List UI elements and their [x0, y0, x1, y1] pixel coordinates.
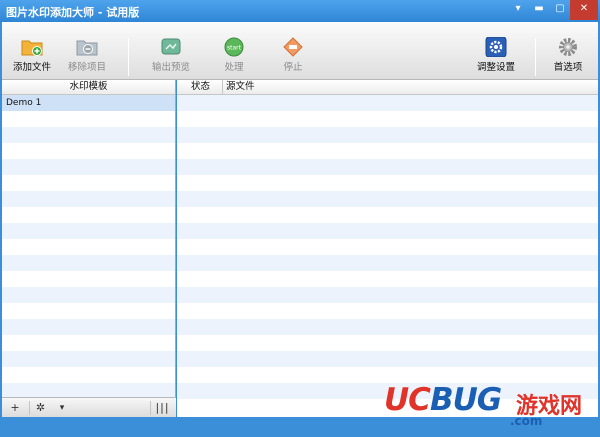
list-row: [177, 111, 598, 127]
status-column-header[interactable]: 状态: [191, 80, 210, 94]
preferences-gear-icon: [559, 38, 577, 56]
list-row: [2, 191, 175, 207]
chevron-down-icon[interactable]: ▾: [55, 401, 69, 415]
title-bar: 图片水印添加大师 - 试用版 ▾ ▬ ▢ ✕: [0, 0, 600, 22]
list-row: [2, 143, 175, 159]
list-row: [2, 175, 175, 191]
list-row: [177, 255, 598, 271]
list-row: [2, 159, 175, 175]
watermark-bug: BUG: [429, 382, 502, 418]
gear-icon[interactable]: ✲: [29, 401, 51, 415]
stop-label: 停止: [283, 62, 303, 73]
remove-item-button[interactable]: 移除项目: [57, 37, 117, 79]
list-row: [177, 351, 598, 367]
maximize-button[interactable]: ▢: [550, 0, 570, 20]
list-row: [2, 223, 175, 239]
folder-remove-icon: [76, 40, 98, 56]
start-icon: start: [224, 37, 244, 57]
list-row: [177, 335, 598, 351]
add-template-button[interactable]: +: [8, 401, 22, 415]
list-row: [2, 111, 175, 127]
resize-grip-icon[interactable]: |||: [150, 401, 174, 415]
list-row: [2, 335, 175, 351]
list-row: [2, 127, 175, 143]
stop-button[interactable]: 停止: [263, 37, 323, 79]
template-footer-bar: + ✲ ▾ |||: [2, 397, 176, 417]
list-row: [177, 191, 598, 207]
menu-icon[interactable]: ▾: [510, 0, 526, 20]
list-row: [2, 271, 175, 287]
template-list: Demo 1: [2, 95, 175, 399]
list-row: [177, 303, 598, 319]
list-row: [177, 127, 598, 143]
process-label: 处理: [224, 62, 244, 73]
window-title: 图片水印添加大师 - 试用版: [6, 6, 140, 19]
folder-add-icon: [21, 40, 43, 56]
site-watermark-logo: UCBUG 游戏网 .com: [384, 382, 598, 434]
template-item-demo-1[interactable]: Demo 1: [2, 95, 175, 111]
list-row: [2, 287, 175, 303]
preview-button[interactable]: 输出预览: [141, 37, 201, 79]
preferences-button[interactable]: 首选项: [538, 37, 598, 79]
start-icon-text: start: [227, 45, 242, 52]
watermark-domain: .com: [510, 414, 543, 428]
list-row: [177, 223, 598, 239]
file-list-panel: 状态 源文件: [177, 80, 598, 417]
list-row: [177, 175, 598, 191]
add-file-label: 添加文件: [12, 62, 51, 73]
watermark-brand: UCBUG: [384, 382, 502, 418]
template-panel: 水印模板 Demo 1 + ✲ ▾ |||: [2, 80, 176, 417]
list-row: [177, 367, 598, 383]
list-row: [2, 239, 175, 255]
list-row: [2, 319, 175, 335]
source-column-header[interactable]: 源文件: [222, 80, 255, 95]
list-row: [177, 143, 598, 159]
file-list-header: 状态 源文件: [177, 80, 598, 95]
list-row: [2, 351, 175, 367]
close-button[interactable]: ✕: [570, 0, 598, 20]
list-row: [2, 303, 175, 319]
watermark-uc: UC: [384, 382, 431, 418]
add-file-button[interactable]: 添加文件: [2, 37, 62, 79]
file-list: [177, 95, 598, 415]
preview-label: 输出预览: [151, 62, 190, 73]
list-row: [177, 287, 598, 303]
list-row: [177, 271, 598, 287]
list-row: [177, 239, 598, 255]
toolbar-separator: [128, 38, 129, 76]
remove-item-label: 移除项目: [67, 62, 106, 73]
list-row: [2, 207, 175, 223]
list-row: [177, 95, 598, 111]
toolbar: 添加文件 移除项目 输出预览 start 处理 停止 调整设置 首选项: [2, 22, 598, 80]
list-row: [177, 319, 598, 335]
toolbar-separator: [535, 38, 536, 76]
list-row: [2, 255, 175, 271]
template-column-header[interactable]: 水印模板: [2, 80, 175, 95]
preferences-label: 首选项: [553, 62, 583, 73]
list-row: [177, 159, 598, 175]
preview-icon: [161, 38, 181, 55]
list-row: [177, 207, 598, 223]
adjust-settings-label: 调整设置: [476, 62, 515, 73]
process-button[interactable]: start 处理: [204, 37, 264, 79]
minimize-button[interactable]: ▬: [528, 0, 550, 20]
adjust-settings-button[interactable]: 调整设置: [466, 37, 526, 79]
settings-gear-icon: [485, 37, 507, 57]
stop-icon: [283, 37, 303, 57]
list-row: [2, 367, 175, 383]
